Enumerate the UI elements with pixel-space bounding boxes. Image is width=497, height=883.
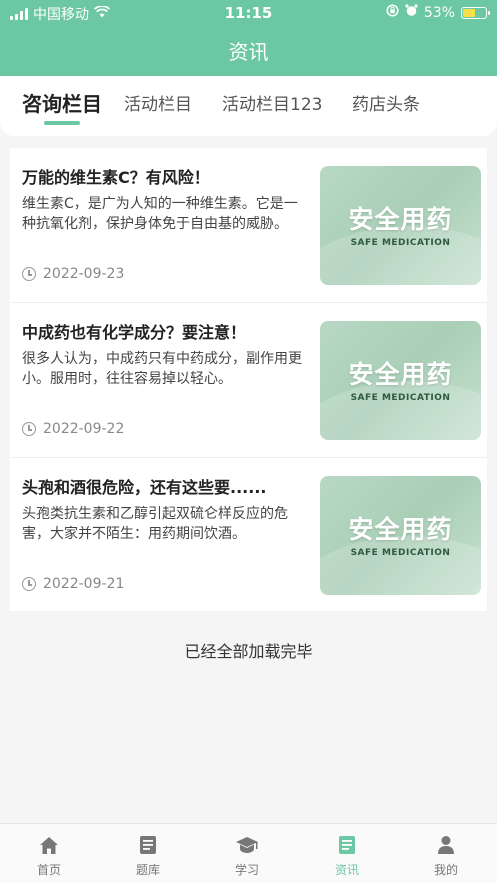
category-tabs: 咨询栏目 活动栏目 活动栏目123 药店头条 bbox=[0, 76, 497, 136]
thumbnail-title: 安全用药 bbox=[348, 515, 453, 544]
all-loaded-text: 已经全部加载完毕 bbox=[184, 642, 313, 661]
battery-icon bbox=[461, 6, 490, 19]
graduation-cap-icon bbox=[212, 834, 282, 856]
article-item[interactable]: 万能的维生素C？有风险！ 维生素C，是广为人知的一种维生素。它是一种抗氧化剂，保… bbox=[10, 148, 487, 303]
article-date: 2022-09-21 bbox=[43, 576, 125, 592]
article-item[interactable]: 中成药也有化学成分？要注意！ 很多人认为，中成药只有中药成分，副作用更小。服用时… bbox=[10, 303, 487, 458]
thumbnail-title: 安全用药 bbox=[348, 360, 453, 389]
article-item[interactable]: 头孢和酒很危险，还有这些要...... 头孢类抗生素和乙醇引起双硫仑样反应的危害… bbox=[10, 458, 487, 613]
thumbnail-subtitle: SAFE MEDICATION bbox=[350, 393, 451, 403]
article-date-row: 2022-09-22 bbox=[22, 421, 124, 437]
tab-consult-column[interactable]: 咨询栏目 bbox=[22, 88, 102, 117]
thumbnail-title: 安全用药 bbox=[348, 205, 453, 234]
clock-icon bbox=[22, 422, 36, 436]
thumbnail-subtitle: SAFE MEDICATION bbox=[350, 238, 451, 248]
user-icon bbox=[411, 834, 481, 856]
page-title: 资讯 bbox=[228, 40, 269, 64]
bottom-tab-bar: 首页 题库 学习 资讯 我的 bbox=[0, 823, 497, 883]
question-bank-icon bbox=[113, 834, 183, 856]
article-thumbnail: 安全用药 SAFE MEDICATION bbox=[320, 476, 481, 595]
clock-icon bbox=[22, 577, 36, 591]
tabbar-label: 题库 bbox=[135, 863, 160, 877]
tab-activity-column[interactable]: 活动栏目 bbox=[124, 90, 192, 115]
tabbar-news[interactable]: 资讯 bbox=[312, 834, 382, 878]
article-summary: 很多人认为，中成药只有中药成分，副作用更小。服用时，往往容易掉以轻心。 bbox=[22, 351, 302, 387]
article-list: 万能的维生素C？有风险！ 维生素C，是广为人知的一种维生素。它是一种抗氧化剂，保… bbox=[10, 148, 487, 611]
home-icon bbox=[14, 834, 84, 856]
article-date-row: 2022-09-21 bbox=[22, 576, 124, 592]
article-thumbnail: 安全用药 SAFE MEDICATION bbox=[320, 166, 481, 285]
article-date-row: 2022-09-23 bbox=[22, 266, 124, 282]
battery-percent: 53% bbox=[423, 4, 455, 21]
active-tab-indicator bbox=[44, 121, 80, 125]
status-bar: 中国移动 11:15 53% bbox=[0, 0, 497, 26]
article-summary: 头孢类抗生素和乙醇引起双硫仑样反应的危害，大家并不陌生：用药期间饮酒。 bbox=[22, 506, 288, 542]
tabbar-label: 学习 bbox=[234, 863, 259, 877]
tabbar-question-bank[interactable]: 题库 bbox=[113, 834, 183, 878]
header: 中国移动 11:15 53% 资讯 bbox=[0, 0, 497, 76]
tab-pharmacy-headlines[interactable]: 药店头条 bbox=[352, 90, 420, 115]
article-date: 2022-09-23 bbox=[43, 266, 125, 282]
alarm-icon bbox=[405, 4, 418, 21]
article-title: 中成药也有化学成分？要注意！ bbox=[22, 323, 247, 342]
article-date: 2022-09-22 bbox=[43, 421, 125, 437]
tabbar-study[interactable]: 学习 bbox=[212, 834, 282, 878]
lock-rotation-icon bbox=[386, 4, 399, 21]
tab-activity-column-123[interactable]: 活动栏目123 bbox=[222, 90, 322, 115]
article-summary: 维生素C，是广为人知的一种维生素。它是一种抗氧化剂，保护身体免于自由基的威胁。 bbox=[22, 196, 298, 232]
tabbar-label: 资讯 bbox=[334, 863, 359, 877]
thumbnail-subtitle: SAFE MEDICATION bbox=[350, 548, 451, 558]
article-title: 头孢和酒很危险，还有这些要...... bbox=[22, 478, 267, 497]
clock-icon bbox=[22, 267, 36, 281]
status-right: 53% bbox=[386, 4, 490, 21]
article-title: 万能的维生素C？有风险！ bbox=[22, 168, 210, 187]
news-icon bbox=[312, 834, 382, 856]
tabbar-mine[interactable]: 我的 bbox=[411, 834, 481, 878]
tabbar-label: 首页 bbox=[36, 863, 61, 877]
tabbar-label: 我的 bbox=[433, 863, 458, 877]
tabbar-home[interactable]: 首页 bbox=[14, 834, 84, 878]
article-thumbnail: 安全用药 SAFE MEDICATION bbox=[320, 321, 481, 440]
